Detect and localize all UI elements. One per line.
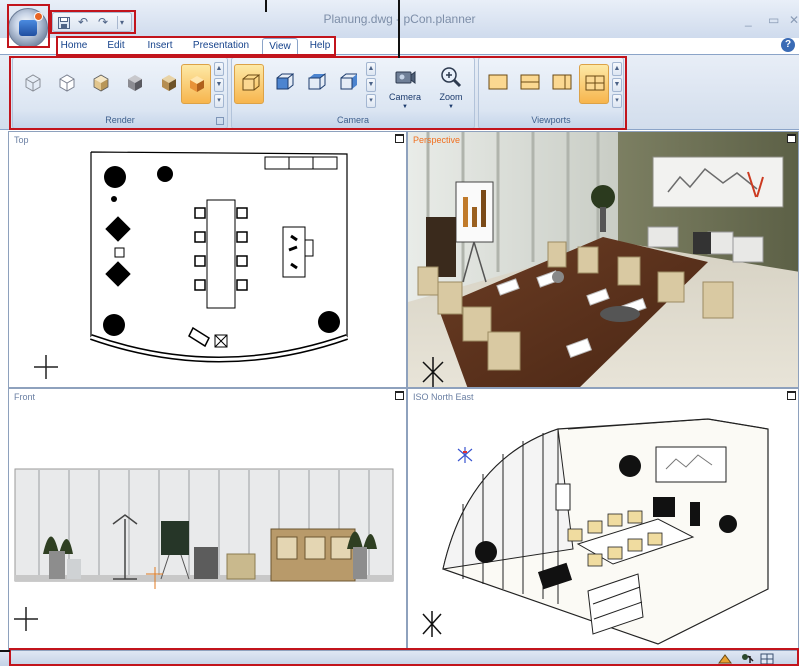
perspective-render [408, 132, 798, 387]
minimize-button[interactable]: _ [745, 13, 752, 27]
close-button[interactable]: ✕ [789, 13, 799, 27]
floor-plan-drawing [34, 151, 348, 379]
callout-quick-access [50, 10, 136, 34]
callout-status-bar [9, 648, 799, 666]
pcon-planner-window: Planung.dwg - pCon.planner _ ▭ ✕ ↶ ↷ ▾ ?… [0, 0, 799, 666]
viewport-label: Front [14, 392, 36, 402]
viewport-label: Top [14, 135, 29, 145]
callout-app-button [7, 4, 50, 48]
callout-pointer [0, 650, 10, 652]
maximize-viewport-icon[interactable] [787, 391, 796, 400]
viewport-front[interactable]: Front [8, 388, 407, 650]
maximize-viewport-icon[interactable] [395, 134, 404, 143]
maximize-viewport-icon[interactable] [787, 134, 796, 143]
maximize-button[interactable]: ▭ [768, 13, 779, 27]
callout-tabs [56, 36, 336, 56]
callout-ribbon [9, 56, 627, 130]
viewport-perspective[interactable]: Perspective [407, 131, 799, 388]
help-icon[interactable]: ? [781, 38, 795, 52]
callout-pointer [398, 0, 400, 58]
iso-drawing [422, 418, 769, 645]
callout-pointer [265, 0, 267, 12]
maximize-viewport-icon[interactable] [395, 391, 404, 400]
viewport-label: Perspective [413, 135, 461, 145]
viewport-label: ISO North East [413, 392, 474, 402]
front-elevation [14, 468, 394, 631]
viewport-top[interactable]: Top [8, 131, 407, 388]
viewport-iso-north-east[interactable]: ISO North East [407, 388, 799, 650]
